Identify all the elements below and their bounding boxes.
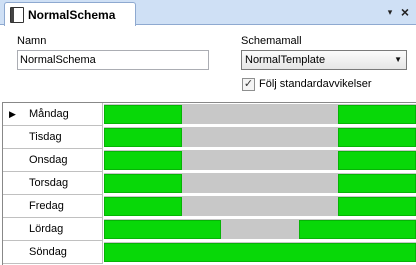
day-row-header[interactable]: Onsdag bbox=[3, 149, 103, 172]
template-select-value: NormalTemplate bbox=[245, 54, 326, 66]
day-row-header[interactable]: Söndag bbox=[3, 241, 103, 264]
active-period-segment[interactable] bbox=[338, 174, 416, 193]
day-label: Fredag bbox=[29, 200, 64, 212]
active-period-segment[interactable] bbox=[104, 197, 182, 216]
day-timeline[interactable] bbox=[104, 127, 416, 148]
day-row[interactable]: ▶ Måndag bbox=[3, 103, 416, 126]
chevron-down-icon[interactable]: ▾ bbox=[383, 5, 397, 19]
active-period-segment[interactable] bbox=[104, 151, 182, 170]
day-row[interactable]: Tisdag bbox=[3, 126, 416, 149]
day-label: Lördag bbox=[29, 223, 64, 235]
tab-strip: NormalSchema ▾ × bbox=[0, 0, 416, 26]
current-row-icon: ▶ bbox=[9, 109, 16, 119]
follow-deviations-label: Följ standardavvikelser bbox=[259, 78, 372, 90]
active-period-segment[interactable] bbox=[338, 197, 416, 216]
day-timeline[interactable] bbox=[104, 104, 416, 125]
day-row-header[interactable]: Fredag bbox=[3, 195, 103, 218]
template-label: Schemamall bbox=[241, 35, 302, 47]
day-label: Tisdag bbox=[29, 131, 62, 143]
day-row[interactable]: Torsdag bbox=[3, 172, 416, 195]
active-period-segment[interactable] bbox=[104, 243, 416, 262]
active-period-segment[interactable] bbox=[338, 151, 416, 170]
day-timeline[interactable] bbox=[104, 242, 416, 263]
chevron-down-icon: ▼ bbox=[394, 55, 402, 64]
active-period-segment[interactable] bbox=[338, 105, 416, 124]
day-row[interactable]: Lördag bbox=[3, 218, 416, 241]
schedule-document-icon bbox=[10, 6, 24, 23]
active-period-segment[interactable] bbox=[104, 105, 182, 124]
day-row-header[interactable]: Lördag bbox=[3, 218, 103, 241]
day-row-header[interactable]: Tisdag bbox=[3, 126, 103, 149]
active-period-segment[interactable] bbox=[104, 174, 182, 193]
day-timeline[interactable] bbox=[104, 219, 416, 240]
day-schedule-grid: ▶ Måndag Tisdag Onsdag Torsdag Fredag Lördag Sö… bbox=[2, 102, 416, 265]
day-label: Måndag bbox=[29, 108, 69, 120]
day-label: Söndag bbox=[29, 246, 67, 258]
day-row[interactable]: Fredag bbox=[3, 195, 416, 218]
close-icon[interactable]: × bbox=[398, 5, 412, 19]
schedule-form: Namn Schemamall NormalTemplate ▼ ✓ Följ … bbox=[0, 26, 416, 102]
active-period-segment[interactable] bbox=[338, 128, 416, 147]
active-period-segment[interactable] bbox=[299, 220, 416, 239]
template-select[interactable]: NormalTemplate ▼ bbox=[241, 50, 407, 70]
active-period-segment[interactable] bbox=[104, 128, 182, 147]
day-label: Onsdag bbox=[29, 154, 68, 166]
day-row-header[interactable]: Torsdag bbox=[3, 172, 103, 195]
day-row[interactable]: Söndag bbox=[3, 241, 416, 264]
name-label: Namn bbox=[17, 35, 47, 47]
day-label: Torsdag bbox=[29, 177, 69, 189]
day-row[interactable]: Onsdag bbox=[3, 149, 416, 172]
active-period-segment[interactable] bbox=[104, 220, 221, 239]
day-timeline[interactable] bbox=[104, 196, 416, 217]
tab-normalschema[interactable]: NormalSchema bbox=[4, 2, 136, 26]
name-field[interactable] bbox=[17, 50, 209, 70]
tab-title: NormalSchema bbox=[28, 7, 116, 22]
day-timeline[interactable] bbox=[104, 150, 416, 171]
day-timeline[interactable] bbox=[104, 173, 416, 194]
day-row-header[interactable]: ▶ Måndag bbox=[3, 103, 103, 126]
follow-deviations-checkbox[interactable]: ✓ bbox=[242, 78, 255, 91]
